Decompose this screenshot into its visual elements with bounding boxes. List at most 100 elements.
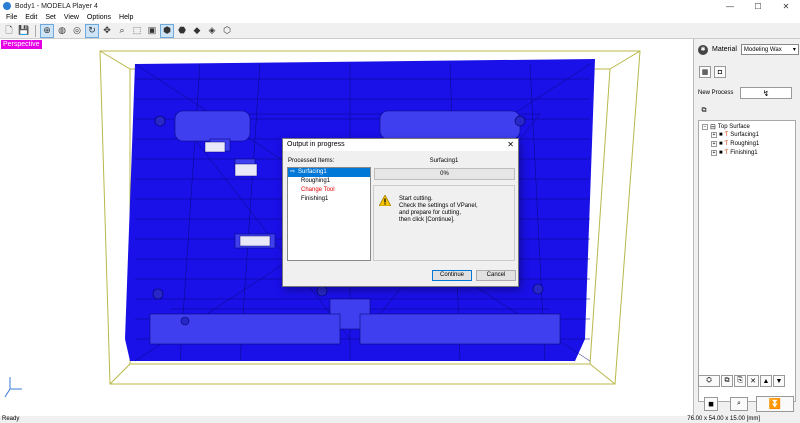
cut-button[interactable]: ⏬ [756,396,794,412]
process-tree[interactable]: − ⊟ Top Surface + ■ Ƭ Surfacing1 + ■ Ƭ R… [698,120,796,402]
preview-icon[interactable]: ⛭ [698,375,720,387]
axis-indicator [4,377,22,398]
rotate-icon[interactable]: ↻ [85,23,99,38]
process-panel: ✱ Material Modeling Wax ▾ ▦ ◘ New Proces… [693,39,800,416]
current-process-label: Surfacing1 [429,158,459,164]
output-dialog: Output in progress ✕ Processed Items: ⇨ S… [282,138,519,287]
processed-items-list[interactable]: ⇨ Surfacing1 Roughing1 Change Tool Finish… [287,167,371,261]
status-bar: Ready 76.00 x 54.00 x 15.00 [mm] [0,416,800,423]
other-view-icon[interactable]: ⬡ [220,24,234,38]
close-button[interactable]: ✕ [772,0,800,12]
move-up-icon[interactable]: ▲ [760,375,772,387]
message-line: Start cutting. [399,196,433,202]
check-icon: ■ [719,150,723,156]
origin-settings-icon[interactable]: ◘ [714,66,726,78]
tree-root-label: Top Surface [717,124,750,130]
tree-actions: ⛭ ⧉ ⎘ ✕ ▲ ▼ [698,375,785,387]
tool-icon: Ƭ [724,150,729,156]
window-title: Body1 - MODELA Player 4 [15,2,98,10]
toolbar-divider [35,24,36,37]
message-line: and prepare for cutting, [399,210,462,216]
check-icon: ■ [719,141,723,147]
front-view-icon[interactable]: ⬣ [175,24,189,38]
sphere-view-icon[interactable]: ◍ [55,24,69,38]
menu-help[interactable]: Help [115,14,137,21]
iso-view-icon[interactable]: ⬢ [160,23,174,38]
progress-bar: 0% [374,168,515,180]
fit-icon[interactable]: ▣ [145,24,159,38]
menu-set[interactable]: Set [41,14,60,21]
view-all-icon[interactable]: ⊕ [40,23,54,38]
menu-bar: File Edit Set View Options Help [0,12,800,23]
perspective-label: Perspective [1,40,42,49]
material-label: Material [712,46,737,53]
list-item[interactable]: Roughing1 [288,177,370,186]
globe-icon[interactable]: ◎ [70,24,84,38]
new-process-icon: ↯ [762,88,770,98]
expand-icon[interactable]: + [711,150,717,156]
toolbar: 🗋 💾 ⊕ ◍ ◎ ↻ ✥ ⌕ ⬚ ▣ ⬢ ⬣ ◆ ◈ ⬡ [0,23,800,39]
material-row: ✱ Material Modeling Wax ▾ [698,44,799,55]
move-down-icon[interactable]: ▼ [773,375,785,387]
continue-button[interactable]: Continue [432,270,472,281]
tree-item-roughing[interactable]: + ■ Ƭ Roughing1 [711,141,759,147]
delete-icon[interactable]: ✕ [747,375,759,387]
dialog-title: Output in progress [287,141,345,148]
processed-items-label: Processed Items: [288,158,335,164]
tree-view-icon[interactable]: ⧉ [699,106,709,116]
paste-icon[interactable]: ⎘ [734,375,746,387]
new-file-icon[interactable]: 🗋 [2,24,16,38]
message-line: Check the settings of VPanel, [399,203,478,209]
progress-text: 0% [440,171,449,177]
menu-view[interactable]: View [60,14,83,21]
dialog-close-icon[interactable]: ✕ [507,139,514,151]
copy-icon[interactable]: ⧉ [721,375,733,387]
side-view-icon[interactable]: ◈ [205,24,219,38]
maximize-button[interactable]: ☐ [744,0,772,12]
tool-icon: Ƭ [724,141,729,147]
stop-icon[interactable]: ◼ [704,397,718,411]
new-process-label: New Process [698,90,734,96]
dialog-titlebar: Output in progress ✕ [283,139,518,151]
message-box: Start cutting. Check the settings of VPa… [373,185,515,261]
tree-item-label: Surfacing1 [730,132,759,138]
list-item-label: Surfacing1 [298,169,327,175]
list-item[interactable]: ⇨ Surfacing1 [288,168,370,177]
save-icon[interactable]: 💾 [17,24,31,38]
check-icon: ■ [719,132,723,138]
menu-edit[interactable]: Edit [21,14,41,21]
stock-settings-icon[interactable]: ▦ [699,66,711,78]
dimensions-readout: 76.00 x 54.00 x 15.00 [mm] [687,416,760,422]
menu-options[interactable]: Options [83,14,115,21]
cut-icon: ⏬ [768,398,782,410]
zoom-area-icon[interactable]: ⬚ [130,24,144,38]
warning-icon [379,195,391,206]
minimize-button[interactable]: — [716,0,744,12]
surface-icon: ⊟ [710,124,716,131]
tree-item-surfacing[interactable]: + ■ Ƭ Surfacing1 [711,132,759,138]
tree-item-label: Roughing1 [730,141,760,147]
app-icon [3,2,11,10]
top-view-icon[interactable]: ◆ [190,24,204,38]
pan-icon[interactable]: ✥ [100,24,114,38]
list-item[interactable]: Finishing1 [288,195,370,204]
status-text: Ready [2,416,20,422]
material-select[interactable]: Modeling Wax ▾ [740,44,799,55]
list-item[interactable]: Change Tool [288,186,370,195]
expand-icon[interactable]: + [711,132,717,138]
menu-file[interactable]: File [2,14,21,21]
preview-cut-icon[interactable]: ⌕ [730,397,748,411]
zoom-icon[interactable]: ⌕ [115,24,129,38]
tree-item-finishing[interactable]: + ■ Ƭ Finishing1 [711,150,758,156]
tool-icon: Ƭ [724,132,729,138]
cancel-button[interactable]: Cancel [476,270,516,281]
material-icon: ✱ [698,44,708,55]
collapse-icon[interactable]: − [702,124,708,130]
message-line: then click [Continue]. [399,217,455,223]
chevron-down-icon: ▾ [792,47,796,53]
new-process-button[interactable]: ↯ [740,87,792,99]
tree-root[interactable]: − ⊟ Top Surface [702,123,750,131]
material-value: Modeling Wax [743,46,782,53]
expand-icon[interactable]: + [711,141,717,147]
tree-item-label: Finishing1 [730,150,758,156]
